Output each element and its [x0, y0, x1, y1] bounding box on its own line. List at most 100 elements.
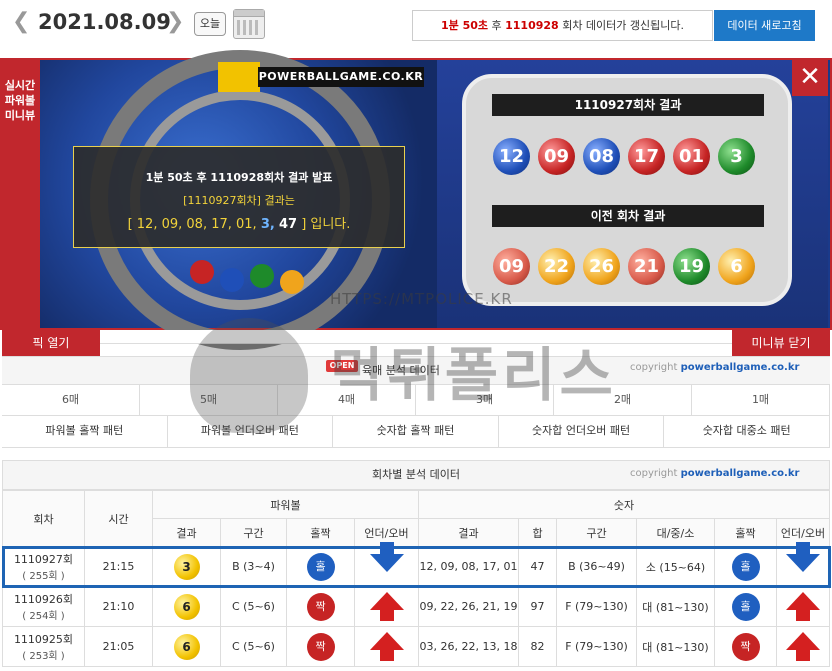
- num-sum-cell: 82: [518, 626, 557, 667]
- num-size-cell: 소 (15~64): [636, 546, 715, 587]
- copyright-site[interactable]: powerballgame.co.kr: [681, 468, 800, 479]
- calendar-icon[interactable]: [233, 9, 265, 39]
- col-num-result: 결과: [418, 518, 519, 547]
- notice-suffix: 회차 데이터가 갱신됩니다.: [558, 19, 685, 32]
- col-num-oddeven: 홀짝: [714, 518, 777, 547]
- round-cell: 1110926회 ( 254회 ): [2, 586, 85, 627]
- countdown: 1분 50초: [440, 19, 488, 32]
- watermark-text: 먹튀폴리스: [330, 341, 617, 409]
- powerball-ball: 3: [173, 553, 200, 580]
- count-tab[interactable]: 6매: [2, 385, 140, 415]
- num-sum-cell: 97: [518, 586, 557, 627]
- announce-end: ] 입니다.: [301, 217, 351, 232]
- result-ball: 12: [493, 138, 530, 175]
- num-section-cell: F (79~130): [556, 586, 637, 627]
- num-oddeven-cell: 홀: [714, 586, 777, 627]
- time-cell: 21:15: [84, 546, 153, 587]
- announce-powerball: 3,: [260, 217, 275, 232]
- col-pb-section: 구간: [220, 518, 287, 547]
- pattern-tab[interactable]: 파워볼 홀짝 패턴: [2, 416, 168, 447]
- announce-line3: [ 12, 09, 08, 17, 01, 3, 47 ] 입니다.: [74, 213, 404, 232]
- previous-balls: 09 22 26 21 19 6: [493, 248, 755, 285]
- chevron-right-icon[interactable]: ❯: [166, 9, 184, 34]
- watermark-url: HTTPS://MTPOLICE.KR: [330, 290, 513, 308]
- oddeven-badge: 짝: [731, 632, 760, 661]
- table-row: 1110927회 ( 255회 ) 21:15 3 B (3~4) 홀 12, 09, 08…: [1, 542, 831, 588]
- table-copyright: copyright powerballgame.co.kr: [630, 468, 799, 479]
- result-ball: 17: [628, 138, 665, 175]
- refresh-data-button[interactable]: 데이터 새로고침: [714, 10, 815, 41]
- machine-ball: [280, 270, 304, 294]
- brand-logo: POWERBALLGAME.CO.KR: [258, 67, 424, 87]
- announce-box: 1분 50초 후 1110928회차 결과 발표 [1110927회차] 결과는…: [73, 146, 405, 248]
- count-tab[interactable]: 1매: [692, 385, 830, 415]
- result-ball: 21: [628, 248, 665, 285]
- time-cell: 21:05: [84, 626, 153, 667]
- current-date: 2021.08.09: [38, 10, 171, 34]
- num-section-cell: F (79~130): [556, 626, 637, 667]
- round-number: 1110927회: [13, 553, 74, 566]
- round-table-heading: 회차별 분석 데이터: [372, 468, 460, 481]
- copyright-site[interactable]: powerballgame.co.kr: [681, 362, 800, 373]
- round-daily: ( 254회 ): [22, 611, 65, 622]
- pb-underover-cell: [354, 626, 419, 667]
- pb-result-cell: 6: [152, 626, 221, 667]
- col-pb-oddeven: 홀짝: [286, 518, 355, 547]
- live-miniview-tab: 실시간 파워볼 미니뷰: [0, 58, 40, 328]
- over-arrow-icon: [786, 632, 820, 661]
- refresh-notice: 1분 50초 후 1110928 회차 데이터가 갱신됩니다.: [412, 10, 713, 41]
- col-pb-result: 결과: [152, 518, 221, 547]
- machine-ball: [220, 268, 244, 292]
- col-powerball: 파워볼: [152, 490, 419, 519]
- col-num-sum: 합: [518, 518, 557, 547]
- notice-round: 1110928: [505, 19, 559, 32]
- pb-underover-cell: [354, 542, 419, 587]
- oddeven-badge: 홀: [306, 552, 335, 581]
- pattern-tab[interactable]: 숫자합 대중소 패턴: [664, 416, 830, 447]
- num-result-cell: 03, 26, 22, 13, 18: [418, 626, 519, 667]
- col-num-section: 구간: [556, 518, 637, 547]
- num-size-cell: 대 (81~130): [636, 586, 715, 627]
- over-arrow-icon: [369, 632, 404, 661]
- pb-oddeven-cell: 홀: [286, 546, 355, 587]
- result-ball: 08: [583, 138, 620, 175]
- num-underover-cell: [776, 542, 830, 587]
- pb-result-cell: 6: [152, 586, 221, 627]
- current-result-title: 1110927회차 결과: [492, 94, 764, 116]
- round-cell: 1110927회 ( 255회 ): [2, 546, 85, 587]
- table-row: 1110926회 ( 254회 ) 21:10 6 C (5~6) 짝 09, 22, 26…: [2, 586, 830, 627]
- announce-nums: [ 12, 09, 08, 17, 01,: [127, 217, 257, 232]
- pick-open-button[interactable]: 픽 열기: [2, 330, 100, 356]
- pb-oddeven-cell: 짝: [286, 626, 355, 667]
- pb-section-cell: C (5~6): [220, 626, 287, 667]
- result-ball: 3: [718, 138, 755, 175]
- machine-top: [218, 62, 260, 92]
- copyright-prefix: copyright: [630, 468, 678, 479]
- miniview-close-button[interactable]: 미니뷰 닫기: [732, 330, 830, 356]
- today-button[interactable]: 오늘: [194, 12, 226, 36]
- col-numbers: 숫자: [418, 490, 830, 519]
- round-daily: ( 253회 ): [22, 651, 65, 662]
- pb-section-cell: B (3~4): [220, 546, 287, 587]
- under-arrow-icon: [369, 542, 404, 572]
- num-oddeven-cell: 홀: [714, 546, 777, 587]
- col-num-size: 대/중/소: [636, 518, 715, 547]
- current-balls: 12 09 08 17 01 3: [493, 138, 755, 175]
- over-arrow-icon: [786, 592, 820, 621]
- oddeven-badge: 홀: [731, 552, 760, 581]
- col-time: 시간: [84, 490, 153, 547]
- result-ball: 19: [673, 248, 710, 285]
- previous-result-title: 이전 회차 결과: [492, 205, 764, 227]
- round-daily: ( 255회 ): [22, 571, 65, 582]
- result-ball: 09: [538, 138, 575, 175]
- powerball-ball: 6: [173, 633, 200, 660]
- result-ball: 26: [583, 248, 620, 285]
- pb-underover-cell: [354, 586, 419, 627]
- close-icon[interactable]: ✕: [792, 60, 828, 96]
- announce-line1: 1분 50초 후 1110928회차 결과 발표: [145, 171, 333, 184]
- result-ball: 09: [493, 248, 530, 285]
- chevron-left-icon[interactable]: ❮: [12, 9, 30, 34]
- num-result-cell: 09, 22, 26, 21, 19: [418, 586, 519, 627]
- round-table: 회차 시간 파워볼 숫자 결과 구간 홀짝 언더/오버 결과 합 구간 대/중/…: [1, 490, 831, 667]
- pb-section-cell: C (5~6): [220, 586, 287, 627]
